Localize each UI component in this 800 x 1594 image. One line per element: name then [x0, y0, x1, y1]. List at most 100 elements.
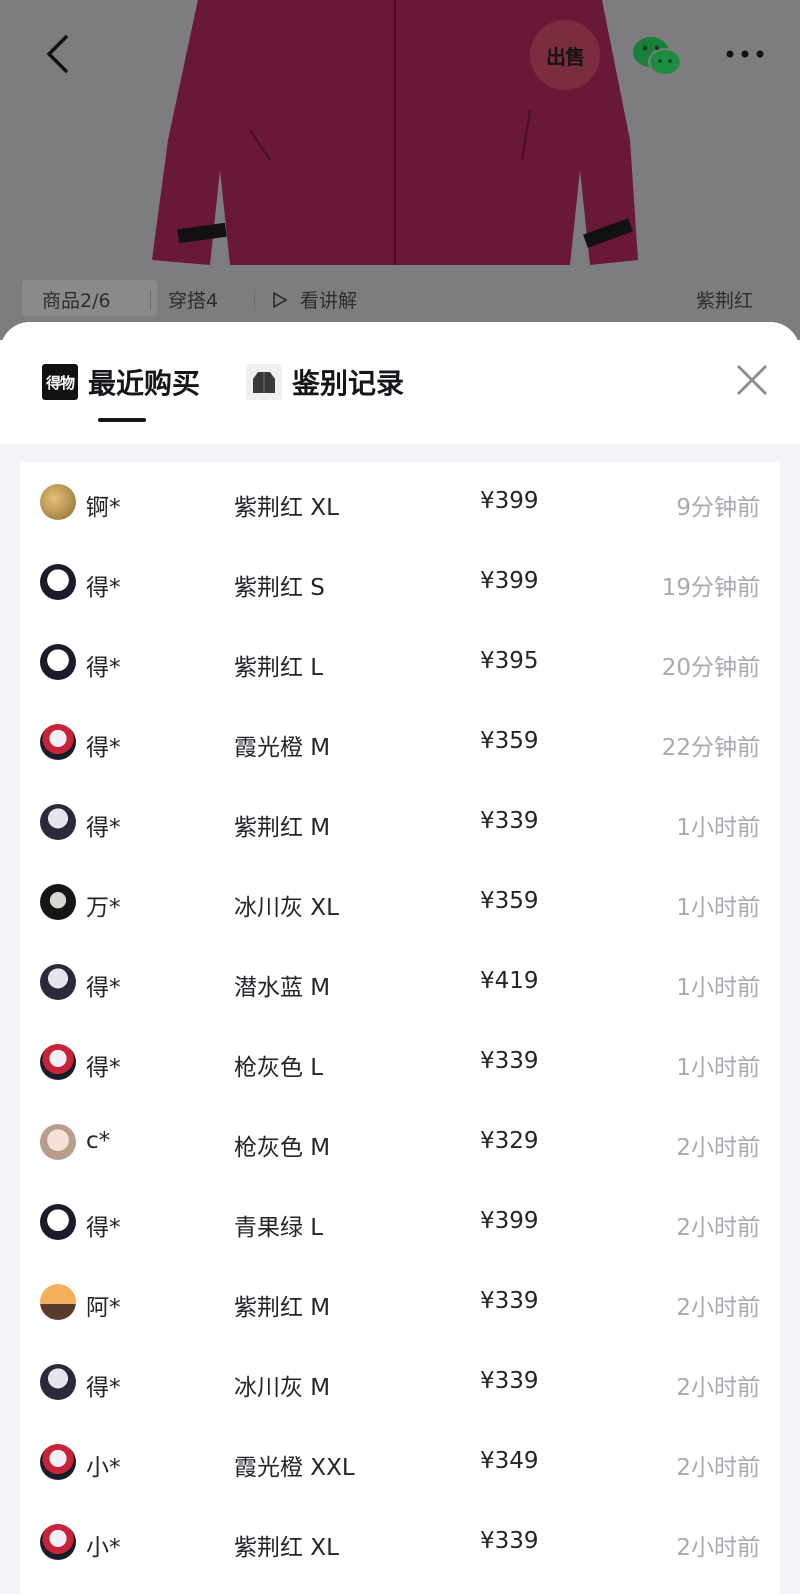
close-button[interactable] [732, 360, 772, 400]
divider [254, 290, 255, 310]
chevron-left-icon [46, 34, 69, 74]
purchase-row: c* 枪灰色 M ¥329 2小时前 [20, 1102, 780, 1182]
purchase-row: 锕* 紫荆红 XL ¥399 9分钟前 [20, 462, 780, 542]
purchase-time: 2小时前 [676, 1455, 760, 1481]
buyer-name: 得* [86, 655, 121, 681]
item-price: ¥339 [480, 1048, 539, 1074]
item-price: ¥339 [480, 1528, 539, 1554]
buyer-avatar [40, 1124, 76, 1160]
item-price: ¥359 [480, 728, 539, 754]
item-price: ¥399 [480, 568, 539, 594]
purchase-row: 得* 霞光橙 M ¥359 22分钟前 [20, 702, 780, 782]
purchase-row: 阿* 紫荆红 M ¥339 2小时前 [20, 1262, 780, 1342]
recent-purchases-sheet: 得物 最近购买 鉴别记录 锕* 紫荆红 XL ¥399 9分钟前 得* 紫荆红 S ¥399… [0, 322, 800, 1594]
dewu-logo-icon: 得物 [42, 364, 78, 400]
tab-authentication-records[interactable]: 鉴别记录 [246, 360, 404, 404]
purchase-time: 1小时前 [676, 815, 760, 841]
item-spec: 紫荆红 L [234, 655, 324, 681]
buyer-name: 得* [86, 575, 121, 601]
item-spec: 霞光橙 M [234, 735, 331, 761]
product-info-bar: 商品2/6 穿搭4 看讲解 紫荆红 [0, 280, 800, 320]
tab-recent-purchases[interactable]: 得物 最近购买 [42, 360, 200, 404]
buyer-name: 得* [86, 1215, 121, 1241]
purchase-time: 2小时前 [676, 1295, 760, 1321]
item-price: ¥419 [480, 968, 539, 994]
buyer-name: c* [86, 1128, 111, 1154]
item-spec: 冰川灰 M [234, 1375, 331, 1401]
item-spec: 紫荆红 XL [234, 495, 339, 521]
item-price: ¥329 [480, 1128, 539, 1154]
item-price: ¥339 [480, 808, 539, 834]
purchase-row: 得* 紫荆红 M ¥339 1小时前 [20, 782, 780, 862]
buyer-avatar [40, 804, 76, 840]
color-name: 紫荆红 [696, 290, 754, 312]
buyer-name: 小* [86, 1535, 121, 1561]
buyer-name: 得* [86, 1055, 121, 1081]
buyer-name: 万* [86, 895, 121, 921]
buyer-avatar [40, 644, 76, 680]
buyer-avatar [40, 484, 76, 520]
purchase-time: 1小时前 [676, 1055, 760, 1081]
outfits-tab[interactable]: 穿搭4 [168, 286, 218, 313]
item-price: ¥395 [480, 648, 539, 674]
tab-label: 最近购买 [88, 367, 201, 400]
item-spec: 冰川灰 XL [234, 895, 339, 921]
item-price: ¥349 [480, 1448, 539, 1474]
item-spec: 紫荆红 M [234, 815, 331, 841]
back-button[interactable] [36, 28, 80, 80]
item-spec: 青果绿 L [234, 1215, 324, 1241]
divider [150, 290, 151, 310]
close-icon [736, 364, 768, 396]
buyer-avatar [40, 1364, 76, 1400]
purchase-row: 小* 霞光橙 XXL ¥349 2小时前 [20, 1422, 780, 1502]
purchase-time: 1小时前 [676, 975, 760, 1001]
product-hero: 出售 商品2/6 穿搭4 看讲解 紫荆红 [0, 0, 800, 340]
buyer-avatar [40, 1044, 76, 1080]
purchase-time: 2小时前 [676, 1375, 760, 1401]
item-spec: 霞光橙 XXL [234, 1455, 355, 1481]
buyer-name: 得* [86, 815, 121, 841]
item-spec: 潜水蓝 M [234, 975, 331, 1001]
buyer-avatar [40, 1204, 76, 1240]
wechat-icon [633, 37, 682, 76]
explain-label: 看讲解 [300, 290, 358, 312]
buyer-avatar [40, 564, 76, 600]
purchase-row: 得* 潜水蓝 M ¥419 1小时前 [20, 942, 780, 1022]
purchase-row: 得* 紫荆红 S ¥399 19分钟前 [20, 542, 780, 622]
purchase-time: 20分钟前 [661, 655, 760, 681]
item-spec: 枪灰色 M [234, 1135, 331, 1161]
purchase-row: 得* 冰川灰 M ¥339 2小时前 [20, 1342, 780, 1422]
purchase-time: 22分钟前 [661, 735, 760, 761]
buyer-avatar [40, 1444, 76, 1480]
buyer-avatar [40, 724, 76, 760]
purchase-row: 得* 紫荆红 L ¥395 20分钟前 [20, 622, 780, 702]
more-button[interactable] [718, 32, 772, 76]
purchase-row: 得* 枪灰色 L ¥339 1小时前 [20, 1022, 780, 1102]
purchase-row: 小* 紫荆红 XL ¥339 2小时前 [20, 1502, 780, 1582]
purchase-row: 得* 青果绿 L ¥399 2小时前 [20, 1182, 780, 1262]
active-tab-indicator [98, 418, 146, 422]
tab-label: 鉴别记录 [292, 367, 405, 400]
buyer-name: 阿* [86, 1295, 121, 1321]
item-price: ¥359 [480, 888, 539, 914]
purchase-time: 2小时前 [676, 1215, 760, 1241]
buyer-avatar [40, 884, 76, 920]
purchase-row: 万* 冰川灰 XL ¥359 1小时前 [20, 862, 780, 942]
buyer-name: 得* [86, 735, 121, 761]
item-price: ¥339 [480, 1288, 539, 1314]
purchase-time: 2小时前 [676, 1535, 760, 1561]
purchase-list: 锕* 紫荆红 XL ¥399 9分钟前 得* 紫荆红 S ¥399 19分钟前 得* 紫荆红 L ¥… [20, 462, 780, 1594]
sell-button[interactable]: 出售 [530, 20, 600, 90]
buyer-name: 得* [86, 975, 121, 1001]
item-price: ¥399 [480, 488, 539, 514]
buyer-name: 得* [86, 1375, 121, 1401]
item-price: ¥339 [480, 1368, 539, 1394]
product-index[interactable]: 商品2/6 [42, 286, 111, 313]
item-spec: 枪灰色 L [234, 1055, 324, 1081]
buyer-avatar [40, 1284, 76, 1320]
item-spec: 紫荆红 M [234, 1295, 331, 1321]
wechat-share-button[interactable] [628, 30, 686, 82]
purchase-time: 9分钟前 [676, 495, 760, 521]
explain-link[interactable]: 看讲解 [272, 286, 357, 313]
purchase-time: 19分钟前 [661, 575, 760, 601]
